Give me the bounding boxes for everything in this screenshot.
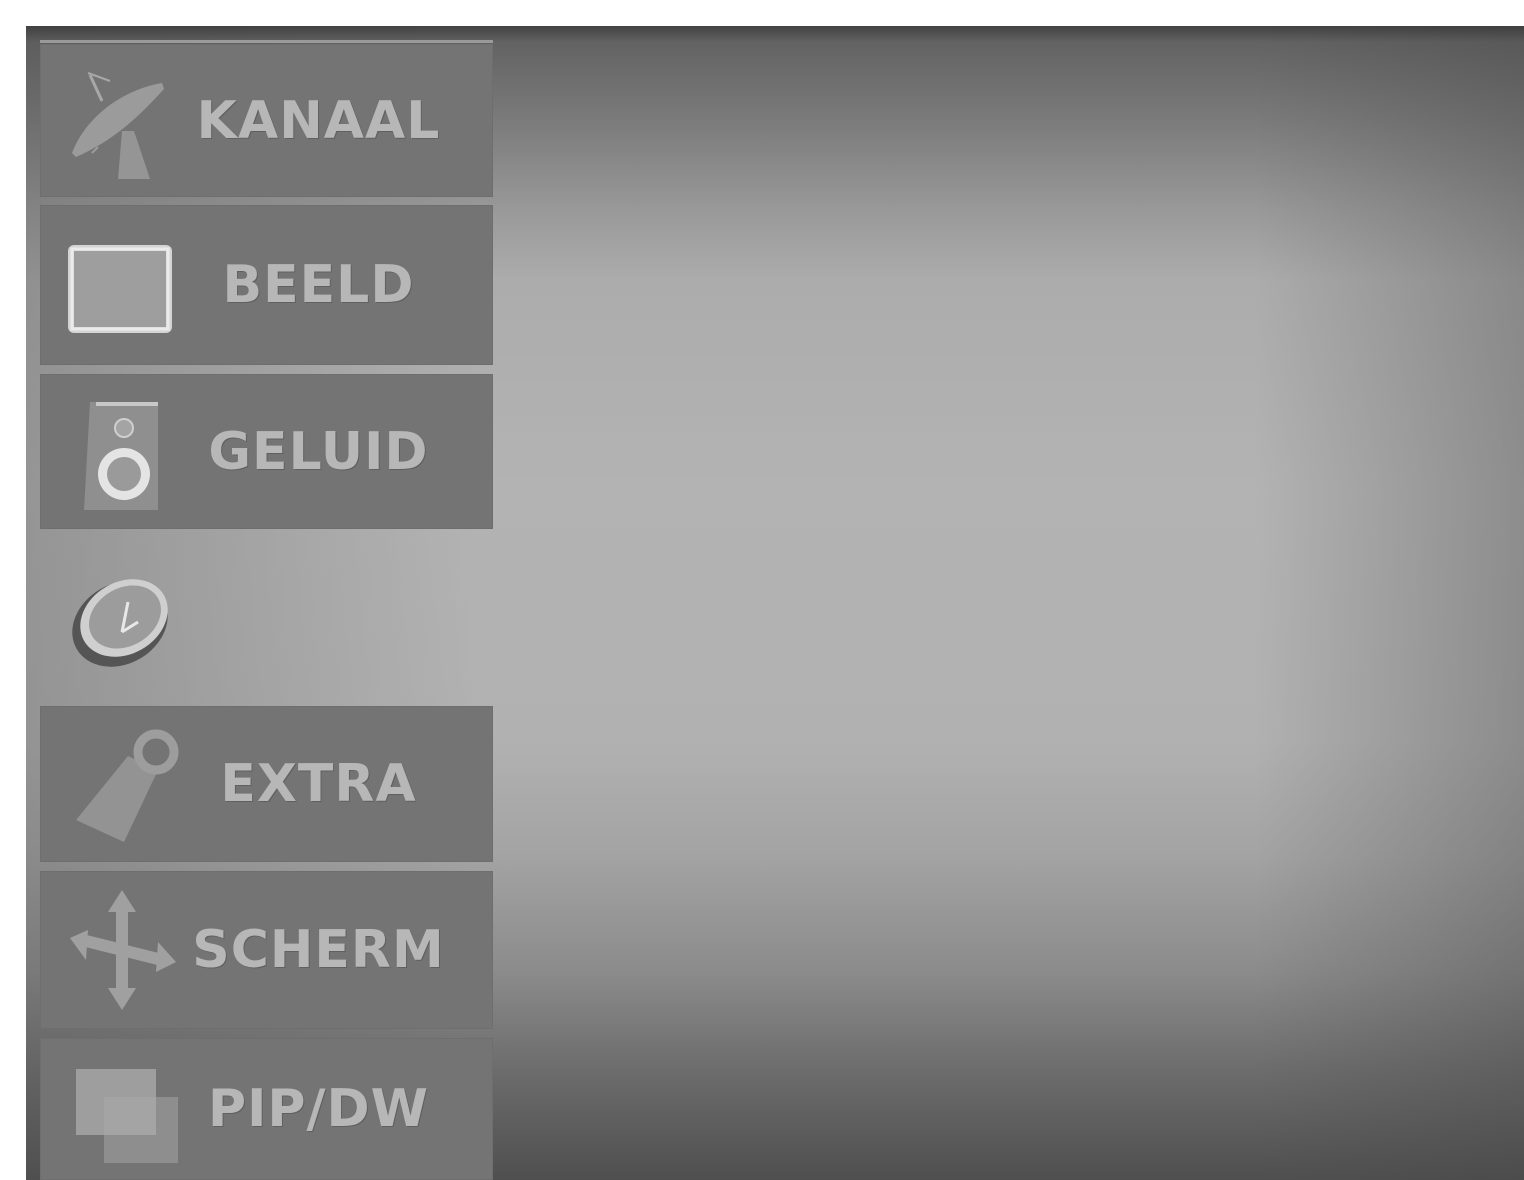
menu-item-label: PIP/DW — [207, 1079, 430, 1139]
menu-item-selected[interactable] — [40, 535, 493, 700]
picture-screen-icon — [62, 225, 182, 345]
move-arrows-icon — [62, 890, 182, 1010]
clock-icon — [62, 558, 182, 678]
menu-item-kanaal[interactable]: KANAAL — [40, 44, 493, 197]
menu-item-label: BEELD — [222, 255, 415, 315]
tag-icon — [62, 724, 182, 844]
menu-item-geluid[interactable]: GELUID — [40, 374, 493, 529]
menu-item-label: GELUID — [208, 421, 429, 482]
menu-item-label: KANAAL — [196, 90, 441, 151]
osd-main-menu: KANAAL BEELD GELUID EXTRA SCHERM PIP/DW — [40, 40, 493, 1180]
menu-item-label: SCHERM — [192, 920, 445, 980]
menu-top-divider — [40, 40, 493, 43]
menu-item-extra[interactable]: EXTRA — [40, 706, 493, 862]
menu-item-label: EXTRA — [220, 754, 417, 814]
menu-item-label — [180, 535, 493, 700]
satellite-dish-icon — [62, 61, 182, 181]
menu-item-pip-dw[interactable]: PIP/DW — [40, 1038, 493, 1180]
menu-item-beeld[interactable]: BEELD — [40, 205, 493, 365]
speaker-icon — [62, 392, 182, 512]
menu-item-scherm[interactable]: SCHERM — [40, 871, 493, 1029]
pip-windows-icon — [62, 1049, 182, 1169]
